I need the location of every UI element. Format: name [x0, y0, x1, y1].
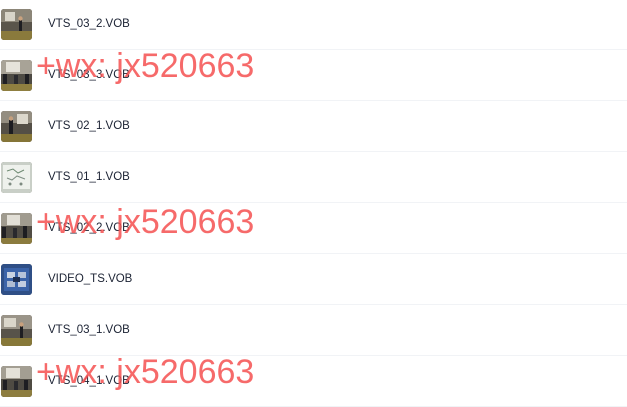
file-name: VTS_01_1.VOB — [48, 171, 130, 183]
file-row[interactable]: VTS_03_2.VOB — [0, 0, 627, 50]
video-thumbnail-icon — [1, 60, 32, 91]
file-list: VTS_03_2.VOB VTS_03_3.VOB VTS_02_1.VOB V… — [0, 0, 627, 407]
file-name: VTS_03_3.VOB — [48, 69, 130, 81]
video-thumbnail-icon — [1, 315, 32, 346]
file-row[interactable]: VTS_03_3.VOB — [0, 50, 627, 101]
dvd-menu-thumbnail-icon — [1, 264, 32, 295]
file-name: VTS_02_1.VOB — [48, 120, 130, 132]
video-thumbnail-icon — [1, 9, 32, 40]
file-row[interactable]: VTS_03_1.VOB — [0, 305, 627, 356]
file-name: VTS_02_2.VOB — [48, 222, 130, 234]
file-row[interactable]: VTS_02_2.VOB — [0, 203, 627, 254]
file-name: VTS_04_1.VOB — [48, 375, 130, 387]
file-name: VIDEO_TS.VOB — [48, 273, 133, 285]
file-row[interactable]: VIDEO_TS.VOB — [0, 254, 627, 305]
file-name: VTS_03_2.VOB — [48, 18, 130, 30]
file-row[interactable]: VTS_02_1.VOB — [0, 101, 627, 152]
file-row[interactable]: VTS_01_1.VOB — [0, 152, 627, 203]
video-thumbnail-icon — [1, 213, 32, 244]
video-thumbnail-icon — [1, 162, 32, 193]
video-thumbnail-icon — [1, 111, 32, 142]
file-name: VTS_03_1.VOB — [48, 324, 130, 336]
video-thumbnail-icon — [1, 366, 32, 397]
file-row[interactable]: VTS_04_1.VOB — [0, 356, 627, 407]
